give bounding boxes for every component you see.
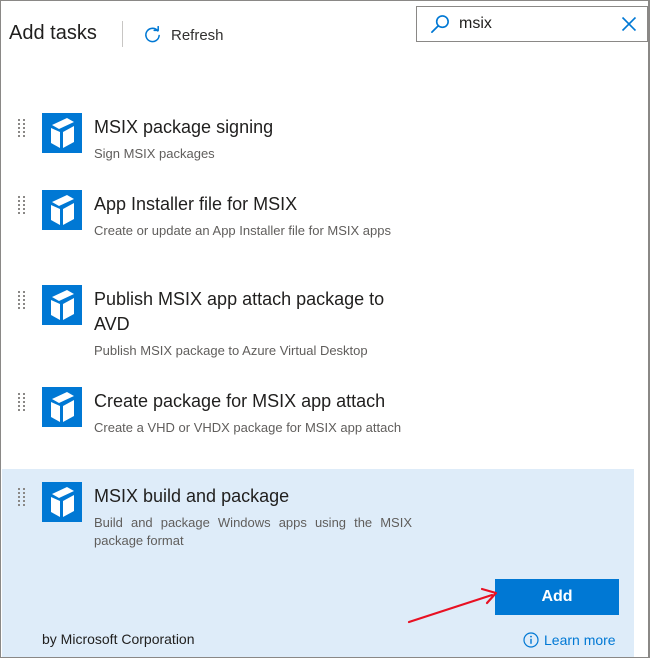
task-name: MSIX build and package	[94, 486, 290, 506]
learn-more-link[interactable]: Learn more	[523, 632, 616, 648]
task-description: Build and package Windows apps using the…	[94, 515, 412, 548]
package-icon	[42, 482, 82, 522]
drag-handle[interactable]	[18, 119, 25, 137]
task-item-app-installer-file[interactable]: App Installer file for MSIX Create or up…	[2, 184, 634, 272]
publisher-label: by Microsoft Corporation	[42, 631, 195, 647]
task-item-publish-msix-app-attach[interactable]: Publish MSIX app attach package to AVD P…	[2, 279, 634, 367]
drag-handle[interactable]	[18, 393, 25, 411]
task-name: Create package for MSIX app attach	[94, 391, 386, 411]
drag-handle[interactable]	[18, 291, 25, 309]
search-input[interactable]	[459, 13, 609, 35]
drag-handle[interactable]	[18, 488, 25, 506]
panel-title: Add tasks	[9, 22, 97, 44]
package-icon	[42, 190, 82, 230]
task-description: Create a VHD or VHDX package for MSIX ap…	[94, 420, 402, 435]
task-name: App Installer file for MSIX	[94, 194, 298, 214]
package-icon	[42, 113, 82, 153]
add-button[interactable]: Add	[495, 579, 619, 615]
drag-handle[interactable]	[18, 196, 25, 214]
task-description: Sign MSIX packages	[94, 146, 215, 161]
search-box[interactable]	[416, 6, 648, 42]
header-divider	[122, 21, 123, 47]
package-icon	[42, 285, 82, 325]
task-name: MSIX package signing	[94, 117, 274, 137]
task-description: Create or update an App Installer file f…	[94, 223, 392, 238]
task-item-create-package-app-attach[interactable]: Create package for MSIX app attach Creat…	[2, 381, 634, 467]
task-item-msix-build-and-package[interactable]: MSIX build and package Build and package…	[2, 469, 634, 657]
learn-more-label: Learn more	[544, 632, 616, 648]
refresh-label: Refresh	[171, 26, 224, 44]
add-tasks-panel: Add tasks Refresh MSIX package signing S…	[0, 0, 650, 658]
search-icon	[431, 15, 449, 33]
task-name: Publish MSIX app attach package to AVD	[94, 289, 385, 334]
info-icon	[523, 632, 539, 648]
refresh-icon	[145, 25, 160, 42]
refresh-button[interactable]: Refresh	[143, 23, 224, 47]
close-icon[interactable]	[621, 16, 637, 32]
task-item-msix-package-signing[interactable]: MSIX package signing Sign MSIX packages	[2, 107, 634, 179]
package-icon	[42, 387, 82, 427]
task-description: Publish MSIX package to Azure Virtual De…	[94, 343, 368, 358]
